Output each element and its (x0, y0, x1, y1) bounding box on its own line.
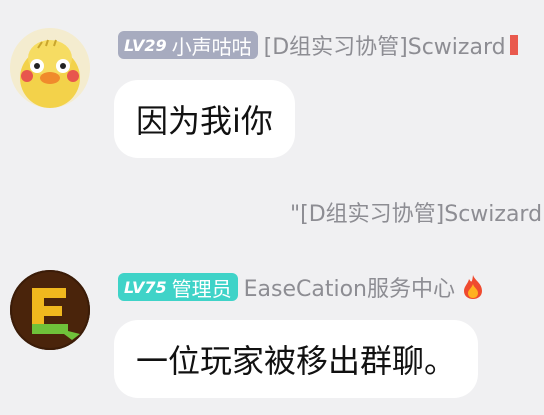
message-text: 因为我i你 (136, 102, 273, 140)
message-bubble[interactable]: 因为我i你 (114, 80, 295, 158)
easecation-logo-avatar[interactable] (10, 270, 90, 350)
system-notice: "[D组实习协管]Scwizard (290, 202, 543, 227)
level-badge[interactable]: LV29 小声咕咕 (118, 31, 258, 59)
member-title: 管理员 (171, 276, 232, 301)
level-text: LV29 (124, 35, 167, 55)
level-badge[interactable]: LV75 管理员 (118, 273, 238, 301)
level-text: LV75 (124, 277, 167, 297)
sender-row: LV75 管理员 EaseCation服务中心 (118, 272, 544, 302)
fire-icon (509, 35, 518, 55)
sender-nickname[interactable]: EaseCation服务中心 (244, 272, 455, 302)
message-text: 一位玩家被移出群聊。 (136, 342, 457, 380)
sender-row: LV29 小声咕咕 [D组实习协管]Scwizard (118, 30, 544, 60)
fire-icon (461, 274, 485, 300)
member-title: 小声咕咕 (171, 34, 252, 59)
message-bubble[interactable]: 一位玩家被移出群聊。 (114, 320, 479, 398)
sender-nickname[interactable]: [D组实习协管]Scwizard (264, 30, 506, 60)
duck-avatar[interactable] (10, 28, 90, 108)
